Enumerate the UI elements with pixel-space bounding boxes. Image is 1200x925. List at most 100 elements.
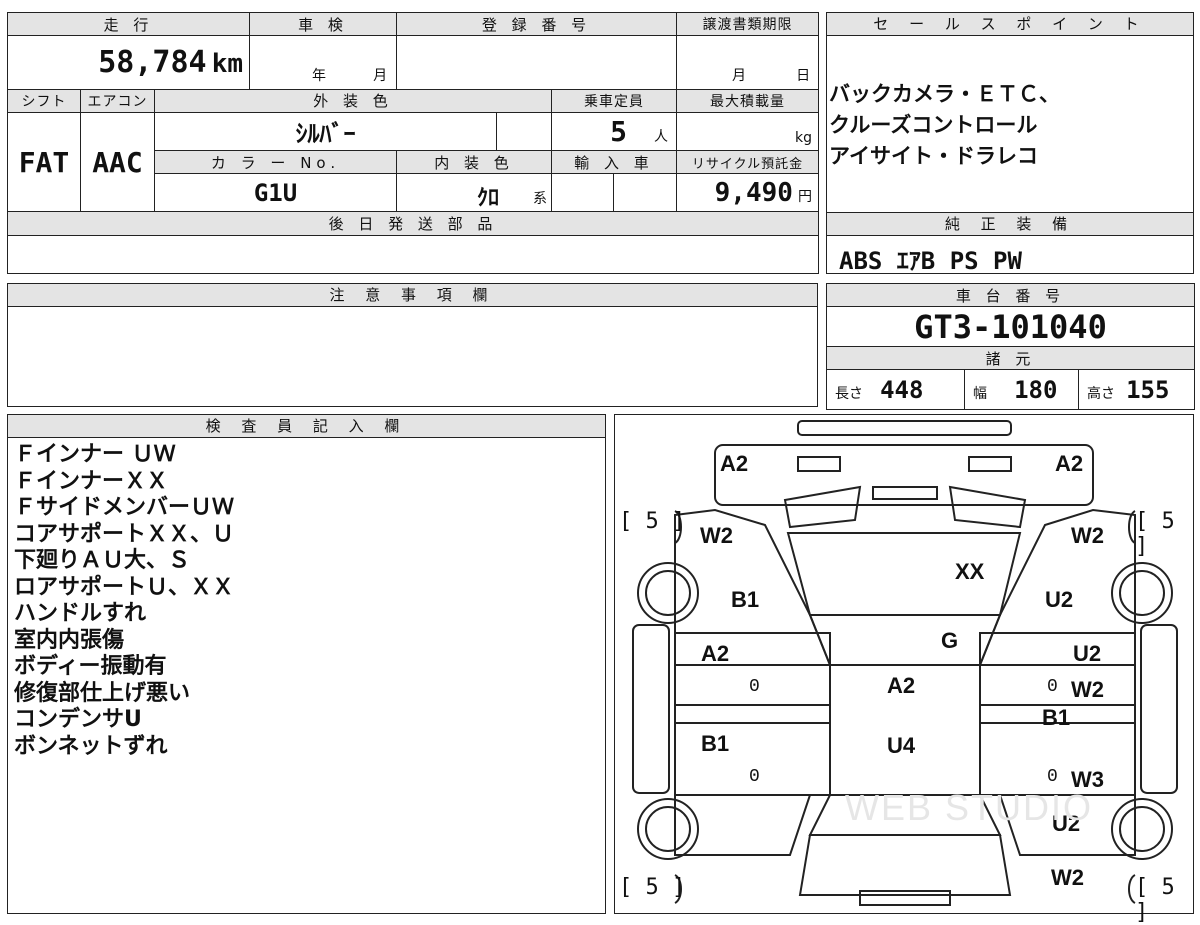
recycle-value: 9,490 [714,177,793,208]
diagram-front-left: A2 [720,451,749,476]
mileage-value: 58,784 [98,44,207,80]
diagram-door-fr2: W2 [1071,677,1104,702]
mileage-label: 走 行 [6,11,251,37]
inspection-year-unit: 年 [312,67,327,84]
transfer-month-unit: 月 [732,67,747,84]
registration-label: 登 録 番 号 [396,11,678,37]
front-frame-outline [714,444,1094,506]
sales-point-box: セ ー ル ス ポ イ ン ト バックカメラ・ＥＴＣ、 クルーズコントロール ア… [826,12,1194,213]
max-load-label: 最大積載量 [676,88,820,113]
inspector-line: 室内内張傷 [14,627,125,653]
sales-point-line: バックカメラ・ＥＴＣ、 [829,82,1060,106]
diagram-fender-fl2: B1 [731,587,760,612]
chassis-value: GT3-101040 [914,307,1107,346]
inspector-line: Ｆインナー ＵＷ [14,442,176,467]
transfer-deadline-label: 譲渡書類期限 [676,11,820,37]
dims-label: 諸 元 [825,346,1196,370]
height-cell: 高さ 155 [1077,369,1196,410]
inspector-line: ＦインナーＸＸ [14,468,169,494]
tire-tr-grade: [ 5 ] [1135,509,1175,559]
length-label: 長さ [835,385,863,402]
length-cell: 長さ 448 [826,369,965,410]
exterior-color-cell: ｼﾙﾊﾞｰ [153,111,498,152]
transfer-day-unit: 日 [796,67,811,84]
sales-point-line: アイサイト・ドラレコ [829,144,1038,168]
aircon-label: エアコン [80,88,155,113]
length-value: 448 [880,375,924,404]
inspector-line: 修復部仕上げ悪い [14,680,191,706]
notes-label: 注 意 事 項 欄 [8,284,817,307]
diagram-rear: U4 [887,733,916,758]
recycle-label: リサイクル預託金 [676,150,820,175]
rear-left-tire-inner-outline [645,806,691,852]
diagram-front-right: A2 [1055,451,1084,476]
diagram-fender-fr: W2 [1071,523,1104,548]
recycle-unit: 円 [798,188,813,205]
diagram-mark-0d: 0 [1047,767,1058,787]
width-cell: 幅 180 [964,369,1079,410]
grille-left-outline [783,485,862,529]
front-left-tire-inner-outline [645,570,691,616]
diagram-fender-fr2: U2 [1045,587,1074,612]
height-label: 高さ [1087,385,1115,402]
inspector-line: ボディー振動有 [14,654,167,679]
color-no-label: カ ラ ー No. [153,150,398,175]
diagram-mark-0c: 0 [749,767,760,787]
exterior-color-value: ｼﾙﾊﾞｰ [295,119,356,148]
registration-value [396,35,678,90]
diagram-fender-fl: W2 [700,523,733,548]
max-load-cell: kg [676,111,820,152]
chassis-label: 車 台 番 号 [825,283,1196,307]
transfer-date-cell: 月 日 [676,35,820,90]
diagram-door-fr: U2 [1073,641,1102,666]
rear-bumper-outline [859,890,951,906]
exterior-color-extra [496,111,553,152]
car-diagram-box: A2 A2 [ 5 ] [ 5 ] W2 W2 XX B1 U2 G A2 U2… [614,414,1194,925]
front-bumper-outline [797,420,1012,436]
max-load-unit: kg [795,130,813,147]
mileage-unit: km [211,48,244,79]
front-right-tire-inner-outline [1119,570,1165,616]
shift-value: FAT [18,145,70,179]
recycle-cell: 9,490 円 [676,173,820,213]
equipment-label: 純 正 装 備 [827,213,1193,236]
diagram-door-fr3: B1 [1042,705,1071,730]
sales-point-line: クルーズコントロール [829,113,1038,137]
inspector-label: 検 査 員 記 入 欄 [8,415,605,438]
aircon-value-cell: AAC [80,111,155,213]
inspector-list: Ｆインナー ＵＷ ＦインナーＸＸ ＦサイドメンバーＵＷ コアサポートＸＸ、Ｕ 下… [8,438,605,760]
height-value: 155 [1126,375,1170,404]
interior-color-suffix: 系 [533,191,548,208]
import-label: 輸 入 車 [551,150,678,175]
mileage-cell: 58,784 km [6,35,251,90]
chassis-cell: GT3-101040 [825,306,1196,347]
inspector-line: ハンドルすれ [14,601,147,626]
inspector-box: 検 査 員 記 入 欄 Ｆインナー ＵＷ ＦインナーＸＸ ＦサイドメンバーＵＷ … [7,414,606,914]
capacity-cell: 5 人 [551,111,678,152]
hood-outline [786,532,1022,616]
grille-center-outline [872,486,938,500]
left-pillar-outline [674,704,831,724]
diagram-mark-0b: 0 [1047,677,1058,697]
notes-box: 注 意 事 項 欄 [7,283,818,407]
import-cell-a [551,173,615,213]
equipment-value: ABS ｴｱB PS PW [839,247,1022,275]
diagram-door-fl: A2 [701,641,730,666]
shift-label: シフト [7,88,81,113]
diagram-roof: A2 [887,673,916,698]
inspector-line: コンデンサU [14,707,142,732]
inspection-month-unit: 月 [373,67,388,84]
exterior-color-label: 外 装 色 [153,88,553,113]
chassis-box: 車 台 番 号 GT3-101040 諸 元 長さ 448 幅 180 高さ 1… [825,283,1196,410]
width-value: 180 [1014,375,1058,404]
vehicle-info-table: 走 行 車 検 登 録 番 号 譲渡書類期限 58,784 km 年 月 月 日… [6,11,820,275]
later-parts-label: 後 日 発 送 部 品 [6,211,820,236]
aircon-value: AAC [92,145,143,179]
tire-br-grade: [ 5 ] [1135,875,1175,925]
diagram-mark-0a: 0 [749,677,760,697]
diagram-hood: XX [955,559,985,584]
tire-tl-grade: [ 5 ] [619,509,686,534]
left-side-rail-outline [632,624,670,794]
sales-point-content: バックカメラ・ＥＴＣ、 クルーズコントロール アイサイト・ドラレコ [827,36,1193,172]
shift-value-cell: FAT [7,111,81,213]
